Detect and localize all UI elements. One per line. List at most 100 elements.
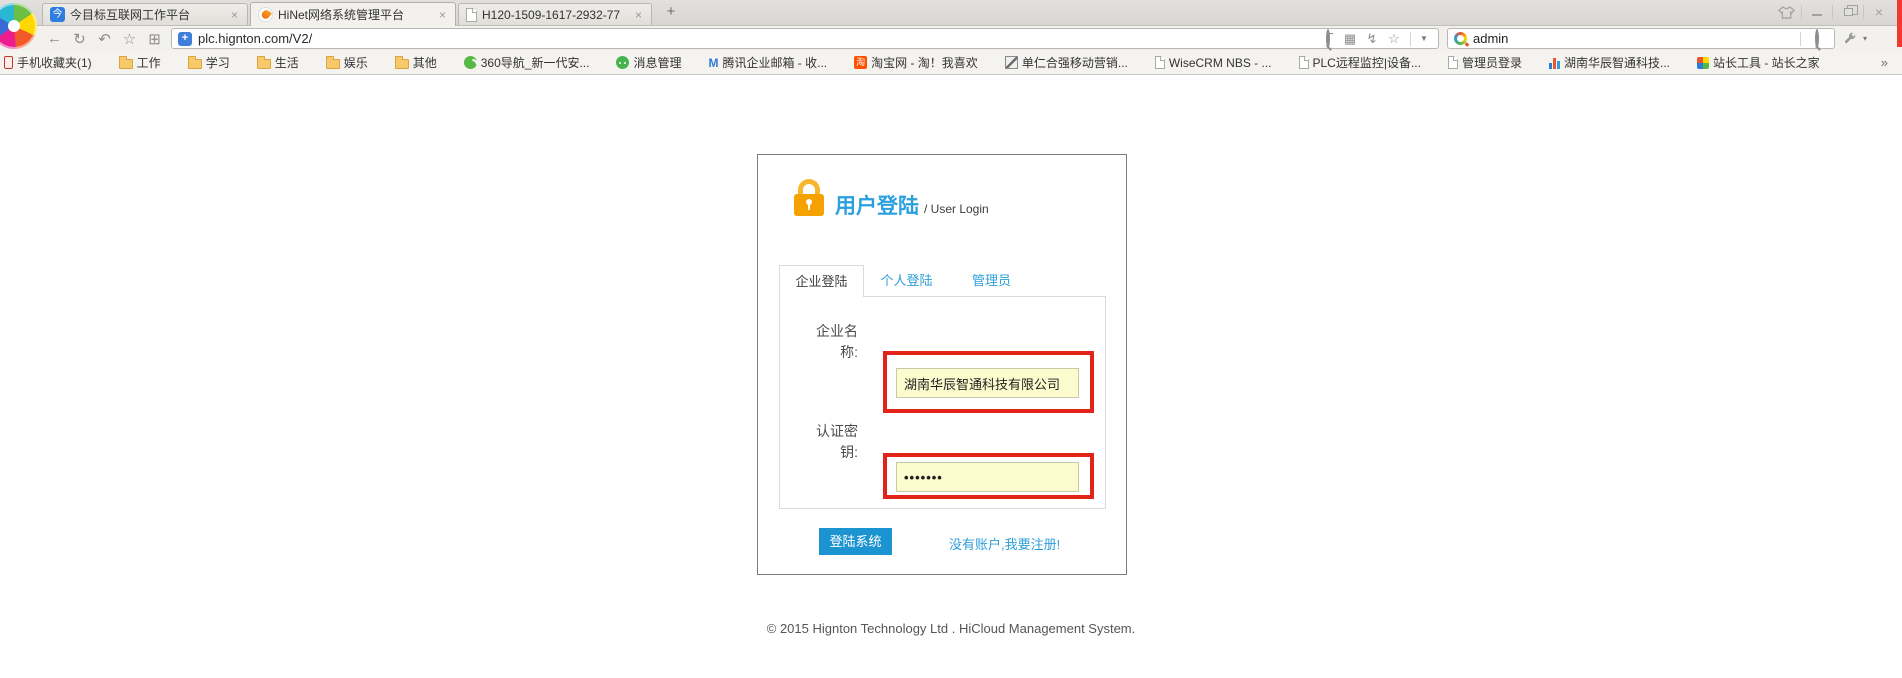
tab-title: 今目标互联网工作平台 xyxy=(70,6,223,23)
bookmark-folder[interactable]: 生活 xyxy=(257,54,299,71)
taobao-icon: 淘 xyxy=(854,56,867,69)
login-panel: 用户登陆 / User Login 企业登陆 个人登陆 管理员 企业名称: 认证… xyxy=(757,154,1127,575)
login-submit-button[interactable]: 登陆系统 xyxy=(819,528,892,555)
url-dropdown-button[interactable]: ▼ xyxy=(1416,34,1432,43)
bookmark-label: WiseCRM NBS - ... xyxy=(1169,56,1272,70)
back-button[interactable]: ← xyxy=(42,30,67,47)
bookmark-label: 消息管理 xyxy=(633,54,681,71)
site-safety-icon[interactable] xyxy=(178,32,192,46)
bookmark-label: 生活 xyxy=(275,54,299,71)
tab-strip: 今 今目标互联网工作平台 × HiNet网络系统管理平台 × H120-1509… xyxy=(0,0,1902,25)
zoom-page-button[interactable] xyxy=(1317,31,1339,46)
bookmark-label: 淘宝网 - 淘！我喜欢 xyxy=(871,54,978,71)
browser-tab-1[interactable]: 今 今目标互联网工作平台 × xyxy=(42,3,248,25)
login-header: 用户登陆 / User Login xyxy=(835,190,989,220)
search-engine-logo-icon[interactable] xyxy=(1454,32,1467,45)
screen-edge-artifact xyxy=(1897,0,1902,47)
page-icon xyxy=(1155,56,1165,69)
login-subtitle: / User Login xyxy=(924,202,989,216)
bookmarks-bar: 手机收藏夹(1) 工作 学习 生活 娱乐 其他 360导航_新一代安... 消息… xyxy=(0,51,1902,75)
nav360-icon xyxy=(464,56,477,69)
page-icon xyxy=(1299,56,1309,69)
hinet-favicon-icon xyxy=(258,7,273,22)
undo-closed-tab-button[interactable]: ↶ xyxy=(92,30,117,48)
bar-chart-icon xyxy=(1549,57,1560,69)
bookmark-folder[interactable]: 娱乐 xyxy=(326,54,368,71)
page-icon xyxy=(1448,56,1458,69)
browser-tab-3[interactable]: H120-1509-1617-2932-77 × xyxy=(458,3,652,25)
favorites-button[interactable]: ☆ xyxy=(117,30,142,48)
bookmark-item[interactable]: M 腾讯企业邮箱 - 收... xyxy=(708,54,827,71)
url-input[interactable]: plc.hignton.com/V2/ ▦ ↯ ☆ ▼ xyxy=(171,28,1439,49)
window-controls: × xyxy=(1771,2,1894,22)
bookmark-folder[interactable]: 工作 xyxy=(119,54,161,71)
folder-icon xyxy=(188,59,202,69)
login-title: 用户登陆 xyxy=(835,190,919,220)
speed-mode-button[interactable]: ↯ xyxy=(1361,31,1383,47)
bookmarks-overflow-button[interactable]: » xyxy=(1881,55,1888,70)
bookmark-folder[interactable]: 学习 xyxy=(188,54,230,71)
url-text[interactable]: plc.hignton.com/V2/ xyxy=(198,31,312,46)
search-query-text[interactable]: admin xyxy=(1473,31,1508,46)
bookmark-page-button[interactable]: ☆ xyxy=(1383,31,1405,47)
folder-icon xyxy=(395,59,409,69)
divider xyxy=(1800,32,1801,46)
bookmark-label: 学习 xyxy=(206,54,230,71)
login-tabs: 企业登陆 个人登陆 管理员 xyxy=(779,265,1034,297)
new-tab-button[interactable]: + xyxy=(662,4,680,21)
tab-close-icon[interactable]: × xyxy=(633,8,644,22)
tab-admin-login[interactable]: 管理员 xyxy=(949,265,1034,296)
wrench-icon xyxy=(1843,32,1857,46)
bookmark-label: 管理员登录 xyxy=(1462,54,1522,71)
tab-title: H120-1509-1617-2932-77 xyxy=(482,8,627,22)
tab-personal-login[interactable]: 个人登陆 xyxy=(864,265,949,296)
theme-skin-button[interactable] xyxy=(1771,3,1801,21)
bookmark-item[interactable]: 360导航_新一代安... xyxy=(464,54,590,71)
tshirt-icon xyxy=(1778,6,1795,19)
tools-menu-button[interactable]: ▾ xyxy=(1843,32,1873,46)
tab-title: HiNet网络系统管理平台 xyxy=(278,6,431,23)
search-input[interactable]: admin xyxy=(1447,28,1835,49)
search-go-button[interactable] xyxy=(1806,31,1828,46)
bookmark-label: 娱乐 xyxy=(344,54,368,71)
bookmark-label: PLC远程监控|设备... xyxy=(1313,54,1421,71)
qr-code-button[interactable]: ▦ xyxy=(1339,31,1361,47)
bookmark-label: 360导航_新一代安... xyxy=(481,54,590,71)
bookmark-item[interactable]: 管理员登录 xyxy=(1448,54,1522,71)
register-link[interactable]: 没有账户,我要注册! xyxy=(949,534,1060,553)
apps-grid-button[interactable]: ⊞ xyxy=(142,30,167,48)
restore-icon xyxy=(1844,8,1853,16)
chevron-down-icon: ▾ xyxy=(1857,34,1873,43)
enterprise-name-field[interactable] xyxy=(896,368,1079,398)
window-close-button[interactable]: × xyxy=(1864,3,1894,21)
bookmark-item[interactable]: 单仁合强移动营销... xyxy=(1005,54,1128,71)
minimize-icon xyxy=(1812,14,1822,16)
blank-page-favicon-icon xyxy=(466,8,477,22)
minimize-button[interactable] xyxy=(1802,3,1832,21)
bookmark-item[interactable]: 手机收藏夹(1) xyxy=(4,54,92,71)
bookmark-item[interactable]: 湖南华辰智通科技... xyxy=(1549,54,1670,71)
bookmark-item[interactable]: 淘淘宝网 - 淘！我喜欢 xyxy=(854,54,978,71)
bookmark-label: 站长工具 - 站长之家 xyxy=(1713,54,1820,71)
folder-icon xyxy=(257,59,271,69)
bookmark-item[interactable]: WiseCRM NBS - ... xyxy=(1155,56,1272,70)
bookmark-label: 腾讯企业邮箱 - 收... xyxy=(722,54,827,71)
tab-close-icon[interactable]: × xyxy=(437,8,448,22)
restore-button[interactable] xyxy=(1833,3,1863,21)
bookmark-item[interactable]: PLC远程监控|设备... xyxy=(1299,54,1421,71)
magnifier-minus-icon xyxy=(1326,29,1330,48)
bookmark-folder[interactable]: 其他 xyxy=(395,54,437,71)
jin-favicon-icon: 今 xyxy=(50,7,65,22)
browser-tab-2-active[interactable]: HiNet网络系统管理平台 × xyxy=(250,2,456,26)
message-icon xyxy=(616,56,629,69)
auth-key-field[interactable] xyxy=(896,462,1079,492)
bookmark-item[interactable]: 站长工具 - 站长之家 xyxy=(1697,54,1820,71)
bookmark-item[interactable]: 消息管理 xyxy=(616,54,681,71)
tab-close-icon[interactable]: × xyxy=(229,8,240,22)
refresh-button[interactable]: ↻ xyxy=(67,30,92,48)
webmaster-tools-icon xyxy=(1697,57,1709,69)
mail-icon: M xyxy=(708,56,718,70)
bookmark-label: 其他 xyxy=(413,54,437,71)
tab-enterprise-login[interactable]: 企业登陆 xyxy=(779,265,864,297)
site-thumbnail-icon xyxy=(1005,56,1018,69)
